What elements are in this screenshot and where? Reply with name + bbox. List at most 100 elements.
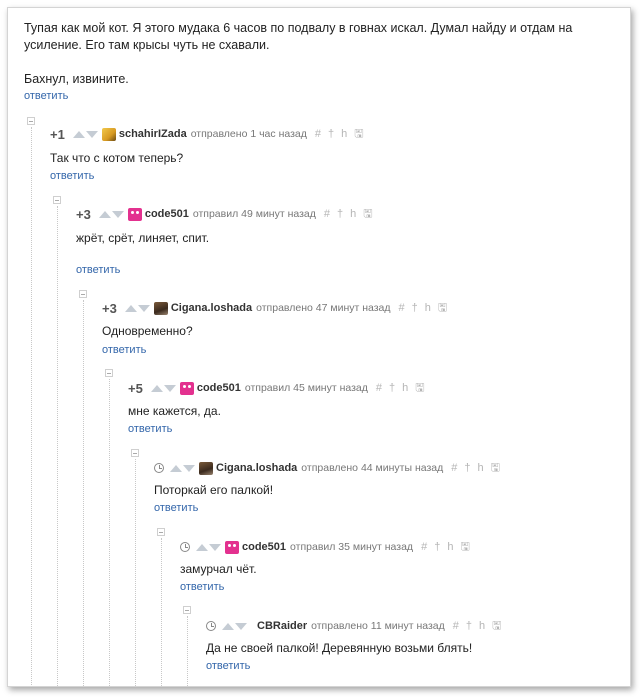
comment-header: +1 schahirIZada отправлено 1 час назад #… (50, 126, 371, 142)
reply-link[interactable]: ответить (206, 660, 250, 672)
anchor-icon[interactable]: # (421, 541, 427, 553)
comment-score: +1 (50, 126, 65, 142)
comment-timestamp: отправлено 47 минут назад (256, 302, 391, 314)
anchor-icon[interactable]: # (315, 128, 321, 140)
upvote-icon[interactable] (170, 464, 182, 472)
thread-guide (109, 379, 110, 686)
thread-icon[interactable]: h (425, 302, 431, 314)
parent-icon[interactable]: † (464, 462, 470, 474)
upvote-icon[interactable] (124, 304, 137, 312)
comment-score: +5 (128, 380, 143, 396)
avatar[interactable] (199, 461, 213, 475)
save-icon[interactable]: 🖫 (492, 617, 501, 636)
comment-header: +5 code501 отправил 45 минут назад # † h… (128, 380, 432, 396)
reply-link[interactable]: ответить (50, 170, 94, 182)
upvote-icon[interactable] (150, 384, 163, 392)
save-icon[interactable]: 🖫 (354, 125, 363, 144)
thread-guide (31, 127, 32, 686)
comment-score: +3 (76, 206, 91, 222)
anchor-icon[interactable]: # (453, 620, 459, 632)
thread-icon[interactable]: h (402, 382, 408, 394)
comment-header: +3 code501 отправил 49 минут назад # † h… (76, 206, 380, 222)
parent-icon[interactable]: † (389, 382, 395, 394)
parent-icon[interactable]: † (328, 128, 334, 140)
collapse-toggle[interactable] (183, 606, 191, 614)
parent-icon[interactable]: † (337, 208, 343, 220)
comment-thread-window: Тупая как мой кот. Я этого мудака 6 часо… (7, 7, 631, 687)
username[interactable]: schahirIZada (119, 128, 187, 140)
downvote-icon[interactable] (85, 130, 98, 138)
thread-guide (161, 538, 162, 686)
parent-icon[interactable]: † (412, 302, 418, 314)
comment-text: Одновременно? (102, 324, 193, 338)
reply-link[interactable]: ответить (76, 264, 120, 276)
collapse-toggle[interactable] (131, 449, 139, 457)
comment-header: Cigana.loshada отправлено 44 минуты наза… (154, 460, 507, 476)
collapse-toggle[interactable] (79, 290, 87, 298)
thread-icon[interactable]: h (447, 541, 453, 553)
reply-link[interactable]: ответить (24, 90, 68, 102)
save-icon[interactable]: 🖫 (491, 459, 500, 478)
comment-header: code501 отправил 35 минут назад # † h 🖫 (180, 539, 477, 555)
comment-text: мне кажется, да. (128, 404, 221, 418)
anchor-icon[interactable]: # (376, 382, 382, 394)
reply-link[interactable]: ответить (180, 581, 224, 593)
clock-icon (206, 621, 216, 631)
username[interactable]: Cigana.loshada (171, 302, 252, 314)
avatar[interactable] (153, 301, 168, 315)
avatar[interactable] (179, 381, 194, 395)
upvote-icon[interactable] (222, 622, 234, 630)
save-icon[interactable]: 🖫 (415, 379, 424, 398)
save-icon[interactable]: 🖫 (438, 299, 447, 318)
comment-header: +3 Cigana.loshada отправлено 47 минут на… (102, 300, 454, 316)
anchor-icon[interactable]: # (399, 302, 405, 314)
top-comment: Тупая как мой кот. Я этого мудака 6 часо… (24, 20, 622, 88)
avatar[interactable] (101, 127, 116, 141)
downvote-icon[interactable] (235, 622, 247, 630)
username[interactable]: code501 (197, 382, 241, 394)
avatar[interactable] (127, 207, 142, 221)
comment-timestamp: отправлено 1 час назад (190, 128, 307, 140)
anchor-icon[interactable]: # (324, 208, 330, 220)
anchor-icon[interactable]: # (451, 462, 457, 474)
thread-guide (187, 616, 188, 686)
reply-link[interactable]: ответить (128, 423, 172, 435)
comment-timestamp: отправлено 44 минуты назад (301, 462, 444, 474)
thread-guide (57, 206, 58, 686)
upvote-icon[interactable] (98, 210, 111, 218)
thread-icon[interactable]: h (478, 462, 484, 474)
thread-icon[interactable]: h (479, 620, 485, 632)
collapse-toggle[interactable] (53, 196, 61, 204)
clock-icon (154, 463, 164, 473)
collapse-toggle[interactable] (105, 369, 113, 377)
comment-timestamp: отправил 35 минут назад (290, 541, 414, 553)
thread-guide (83, 300, 84, 686)
thread-icon[interactable]: h (350, 208, 356, 220)
avatar[interactable] (225, 540, 239, 554)
comment-text: замурчал чёт. (180, 562, 257, 576)
reply-link[interactable]: ответить (102, 344, 146, 356)
thread-icon[interactable]: h (341, 128, 347, 140)
upvote-icon[interactable] (196, 543, 208, 551)
downvote-icon[interactable] (163, 384, 176, 392)
top-comment-text: Тупая как мой кот. Я этого мудака 6 часо… (24, 21, 573, 52)
upvote-icon[interactable] (72, 130, 85, 138)
downvote-icon[interactable] (183, 464, 195, 472)
save-icon[interactable]: 🖫 (363, 205, 372, 224)
downvote-icon[interactable] (209, 543, 221, 551)
collapse-toggle[interactable] (27, 117, 35, 125)
username[interactable]: CBRaider (257, 620, 307, 632)
username[interactable]: code501 (242, 541, 286, 553)
downvote-icon[interactable] (111, 210, 124, 218)
thread-guide (135, 459, 136, 686)
parent-icon[interactable]: † (466, 620, 472, 632)
username[interactable]: code501 (145, 208, 189, 220)
username[interactable]: Cigana.loshada (216, 462, 297, 474)
save-icon[interactable]: 🖫 (460, 538, 469, 557)
reply-link[interactable]: ответить (154, 502, 198, 514)
comment-text: жрёт, срёт, линяет, спит. (76, 231, 210, 245)
parent-icon[interactable]: † (434, 541, 440, 553)
comment-timestamp: отправлено 11 минут назад (311, 620, 445, 632)
downvote-icon[interactable] (137, 304, 150, 312)
collapse-toggle[interactable] (157, 528, 165, 536)
